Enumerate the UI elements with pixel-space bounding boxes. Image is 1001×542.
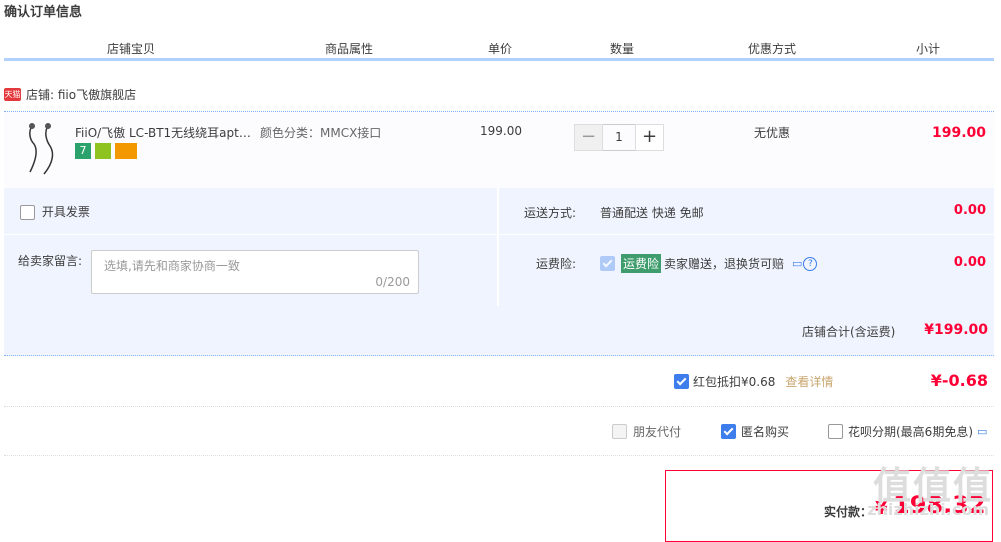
anonymous-option[interactable]: 匿名购买	[721, 423, 789, 440]
shop-total-label: 店铺合计(含运费)	[802, 325, 896, 339]
hongbao-option[interactable]: 红包抵扣¥0.68 查看详情	[674, 373, 833, 390]
friend-pay-checkbox[interactable]	[612, 424, 627, 439]
col-attrs: 商品属性	[325, 42, 374, 56]
unit-price: 199.00	[480, 124, 522, 138]
qty-input[interactable]: 1	[603, 124, 635, 151]
tmall-logo-icon: 天猫	[4, 87, 21, 101]
hongbao-amount: ¥-0.68	[930, 371, 988, 390]
divider	[4, 234, 497, 235]
watermark-url: zhizhizhi.com	[867, 500, 989, 519]
huabei-label: 花呗分期(最高6期免息)	[848, 425, 973, 439]
quantity-stepper: − 1 +	[574, 124, 664, 151]
shipping-label: 运送方式:	[524, 206, 577, 220]
invoice-amount: 0.00	[953, 203, 986, 218]
hongbao-label: 红包抵扣¥0.68	[693, 375, 776, 389]
col-discount: 优惠方式	[748, 42, 797, 56]
discount-method: 无优惠	[754, 126, 791, 140]
shop-header: 天猫 店铺: fiio飞傲旗舰店	[4, 86, 136, 102]
divider	[500, 234, 994, 235]
shipping-value: 普通配送 快递 免邮	[600, 206, 704, 220]
qty-plus-button[interactable]: +	[635, 124, 664, 151]
huabei-checkbox[interactable]	[828, 424, 843, 439]
col-subtotal: 小计	[916, 42, 941, 56]
qty-minus-button[interactable]: −	[574, 124, 603, 151]
chat-icon[interactable]: ▭	[792, 257, 802, 270]
seven-day-return-icon[interactable]: 7	[75, 143, 91, 159]
col-price: 单价	[488, 42, 513, 56]
memo-placeholder: 选填,请先和商家协商一致	[104, 259, 240, 273]
insurance-checkbox	[600, 256, 615, 271]
invoice-option[interactable]: 开具发票	[20, 203, 90, 220]
col-qty: 数量	[610, 42, 635, 56]
payment-options-row: 朋友代付 匿名购买 花呗分期(最高6期免息) ▭	[4, 407, 994, 456]
col-items: 店铺宝贝	[107, 42, 156, 56]
hongbao-checkbox[interactable]	[674, 374, 689, 389]
anonymous-checkbox[interactable]	[721, 424, 736, 439]
memo-textarea[interactable]: 选填,请先和商家协商一致 0/200	[91, 250, 419, 294]
order-item-row: FiiO/飞傲 LC-BT1无线绕耳aptX蓝牙线 7 颜色分类：MMCX接口 …	[4, 111, 994, 188]
product-thumbnail[interactable]	[18, 120, 66, 180]
memo-counter: 0/200	[375, 275, 410, 289]
item-attribute: 颜色分类：MMCX接口	[260, 126, 382, 140]
help-icon[interactable]: ?	[803, 256, 818, 271]
insurance-info: 运费险 卖家赠送，退换货可赔 ▭ ?	[600, 254, 818, 273]
extras-right: 运送方式: 普通配送 快递 免邮 0.00 运费险: 运费险 卖家赠送，退换货可…	[500, 188, 994, 306]
invoice-checkbox[interactable]	[20, 205, 35, 220]
memo-label: 给卖家留言:	[18, 254, 83, 268]
insurance-text: 卖家赠送，退换货可赔	[664, 257, 785, 271]
shop-name[interactable]: 店铺: fiio飞傲旗舰店	[26, 86, 136, 103]
friend-pay-label: 朋友代付	[633, 425, 682, 439]
item-title-link[interactable]: FiiO/飞傲 LC-BT1无线绕耳aptX蓝牙线	[75, 124, 255, 141]
insurance-tag: 运费险	[621, 254, 662, 273]
hongbao-details-link[interactable]: 查看详情	[785, 373, 833, 390]
payment-label: 实付款：	[824, 505, 873, 519]
shop-total-bar: 店铺合计(含运费) ¥199.00	[4, 306, 994, 356]
page-title: 确认订单信息	[4, 5, 83, 20]
guarantee-icon[interactable]	[95, 143, 111, 159]
credit-card-icon[interactable]	[115, 143, 137, 159]
extras-left: 开具发票 给卖家留言: 选填,请先和商家协商一致 0/200	[4, 188, 497, 306]
order-extras: 开具发票 给卖家留言: 选填,请先和商家协商一致 0/200 运送方式: 普通配…	[4, 188, 994, 306]
chat-icon[interactable]: ▭	[977, 425, 987, 438]
invoice-label: 开具发票	[41, 205, 90, 219]
huabei-option[interactable]: 花呗分期(最高6期免息) ▭	[828, 423, 987, 440]
friend-pay-option[interactable]: 朋友代付	[612, 423, 681, 440]
divider	[497, 188, 499, 306]
shop-total-value: ¥199.00	[924, 322, 988, 338]
hongbao-row: 红包抵扣¥0.68 查看详情 ¥-0.68	[4, 358, 994, 407]
insurance-label: 运费险:	[536, 257, 577, 271]
column-header: 店铺宝贝 商品属性 单价 数量 优惠方式 小计	[4, 36, 994, 61]
anonymous-label: 匿名购买	[741, 425, 790, 439]
item-subtotal: 199.00	[931, 125, 986, 141]
insurance-amount: 0.00	[953, 255, 986, 270]
